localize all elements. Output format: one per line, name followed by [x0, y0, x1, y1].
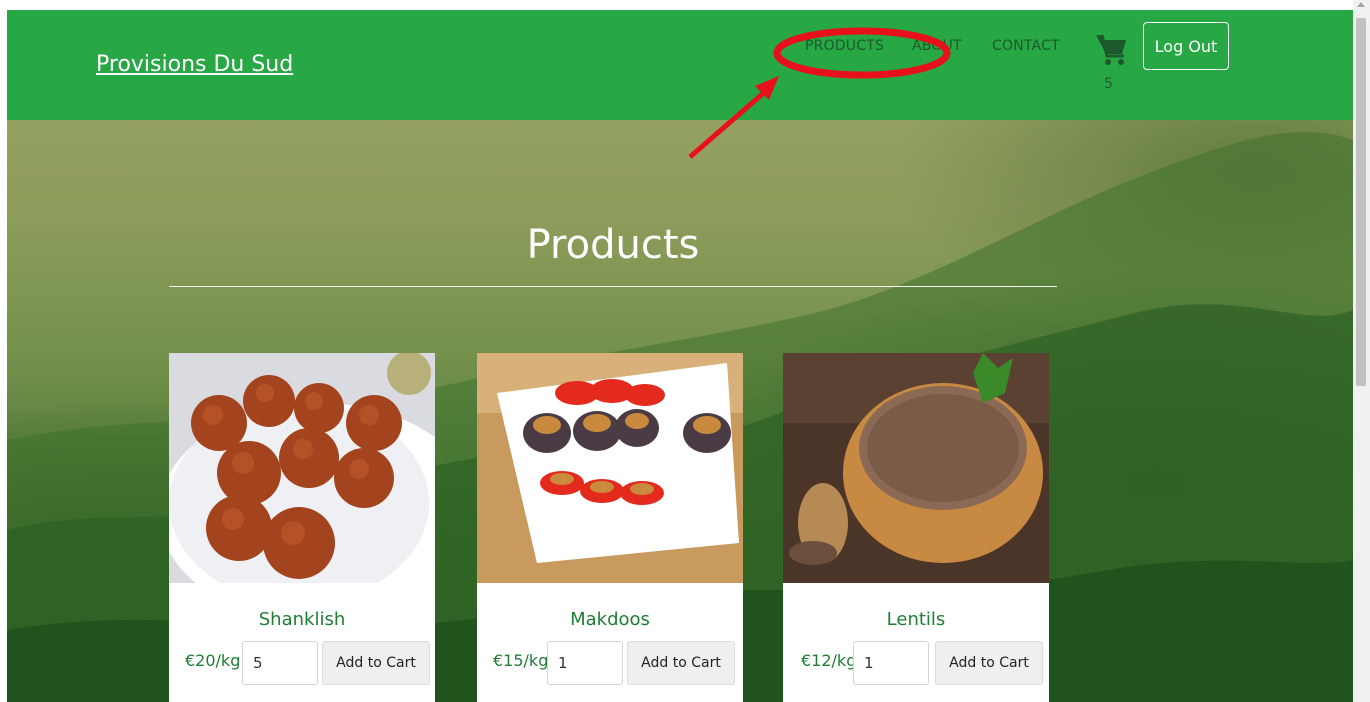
quantity-input[interactable] — [242, 641, 318, 685]
product-price: €20/kg — [185, 651, 241, 670]
lentils-photo — [783, 353, 1049, 583]
product-card-lentils: Lentils €12/kg Add to Cart — [783, 353, 1049, 702]
add-to-cart-button[interactable]: Add to Cart — [627, 641, 735, 685]
shopping-cart-icon[interactable] — [1094, 32, 1128, 66]
nav-link-contact[interactable]: CONTACT — [992, 38, 1060, 54]
title-divider — [169, 286, 1057, 287]
nav-link-about[interactable]: ABOUT — [912, 38, 962, 54]
scroll-up-icon[interactable] — [1357, 2, 1365, 7]
product-card-shanklish: Shanklish €20/kg Add to Cart — [169, 353, 435, 702]
product-name: Lentils — [886, 609, 946, 630]
brand-link[interactable]: Provisions Du Sud — [96, 52, 293, 77]
add-to-cart-button[interactable]: Add to Cart — [935, 641, 1043, 685]
cart-count-badge: 5 — [1104, 76, 1113, 92]
nav-link-products[interactable]: PRODUCTS — [805, 38, 884, 54]
quantity-input[interactable] — [547, 641, 623, 685]
logout-button[interactable]: Log Out — [1143, 22, 1229, 70]
add-to-cart-button[interactable]: Add to Cart — [322, 641, 430, 685]
page-scrollbar[interactable] — [1353, 0, 1370, 702]
product-price: €12/kg — [801, 651, 857, 670]
page-title: Products — [526, 222, 700, 268]
product-price: €15/kg — [493, 651, 549, 670]
product-name: Shanklish — [258, 609, 346, 630]
scroll-thumb[interactable] — [1356, 18, 1366, 386]
page-viewport: Provisions Du Sud PRODUCTS ABOUT CONTACT… — [7, 10, 1353, 702]
product-name: Makdoos — [570, 609, 650, 630]
product-card-makdoos: Makdoos €15/kg Add to Cart — [477, 353, 743, 702]
shanklish-photo — [169, 353, 435, 583]
quantity-input[interactable] — [853, 641, 929, 685]
top-navbar: Provisions Du Sud PRODUCTS ABOUT CONTACT… — [7, 10, 1353, 120]
makdoos-photo — [477, 353, 743, 583]
